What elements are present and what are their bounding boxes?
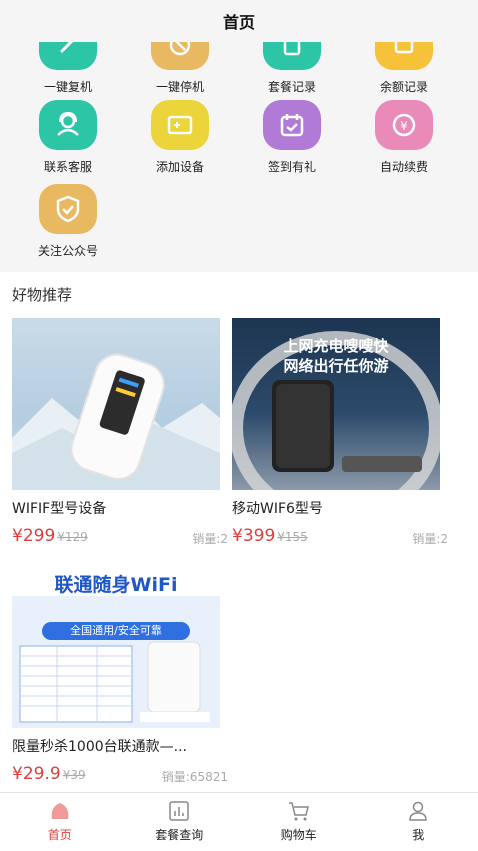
product-price: 299 [23,526,55,546]
customer-service-icon [39,100,97,150]
balance-icon [375,42,433,70]
original-price: ¥129 [57,530,88,544]
product-image[interactable]: 上网充电嗖嗖快 网络出行任你游 [232,318,440,490]
menu-item-auto-renew[interactable]: ¥ 自动续费 [349,100,459,175]
banner-line-1: 上网充电嗖嗖快 [232,336,440,356]
menu-item-label: 签到有礼 [237,158,347,175]
menu-item-label: 关注公众号 [13,242,123,259]
price-row: ¥ 29.9 ¥39 销量:65821 [12,764,220,784]
recommend-section: 好物推荐 WIFIF型号设备 ¥ 299 ¥129 销量:2 [0,272,478,792]
product-card-wifif[interactable]: WIFIF型号设备 ¥ 299 ¥129 销量:2 [12,318,220,546]
stop-icon [151,42,209,70]
menu-item-label: 余额记录 [349,78,459,95]
menu-item-add-device[interactable]: 添加设备 [125,100,235,175]
product-image[interactable]: 联通随身WiFi 全国通用/安全可靠 [12,556,220,728]
original-price: ¥39 [63,768,86,782]
page-title: 首页 [223,9,255,33]
menu-item-check-in[interactable]: 签到有礼 [237,100,347,175]
page-header: 首页 [0,0,478,42]
home-icon [48,799,72,823]
user-icon [406,799,430,823]
cart-icon [287,799,311,823]
calendar-icon [263,100,321,150]
product-name[interactable]: WIFIF型号设备 [12,498,224,518]
price-row: ¥ 399 ¥155 销量:2 [232,526,440,546]
sales-count: 销量:2 [412,530,448,547]
product-name[interactable]: 移动WIF6型号 [232,498,444,518]
menu-item-customer-service[interactable]: 联系客服 [13,100,123,175]
menu-item-label: 联系客服 [13,158,123,175]
menu-item-label: 一键复机 [13,78,123,95]
tab-label: 套餐查询 [120,826,240,843]
svg-text:¥: ¥ [400,119,408,133]
tab-cart[interactable]: 购物车 [239,793,359,851]
auto-renew-icon: ¥ [375,100,433,150]
sales-count: 销量:65821 [162,768,228,785]
original-price: ¥155 [277,530,308,544]
product-card-unicom[interactable]: 联通随身WiFi 全国通用/安全可靠 限量秒杀1000台联通款—... ¥ 29… [12,556,220,784]
add-device-icon [151,100,209,150]
menu-item-label: 一键停机 [125,78,235,95]
product-price: 29.9 [23,764,61,784]
currency-symbol: ¥ [232,526,243,546]
menu-item-stop[interactable]: 一键停机 [125,42,235,95]
record-icon [263,42,321,70]
quick-menu-grid: 一键复机 一键停机 套餐记录 余额记录 联系客服 添加设备 签到有礼 [0,42,478,272]
menu-item-plan-records[interactable]: 套餐记录 [237,42,347,95]
tab-label: 首页 [0,826,120,843]
sales-count: 销量:2 [192,530,228,547]
menu-item-balance-records[interactable]: 余额记录 [349,42,459,95]
menu-item-restart[interactable]: 一键复机 [13,42,123,95]
menu-item-label: 添加设备 [125,158,235,175]
tab-plan-query[interactable]: 套餐查询 [120,793,240,851]
tab-label: 购物车 [239,826,359,843]
menu-item-follow-account[interactable]: 关注公众号 [13,184,123,259]
product-image[interactable] [12,318,220,490]
tab-home[interactable]: 首页 [0,793,120,851]
badge-icon [39,184,97,234]
chart-icon [167,799,191,823]
tab-me[interactable]: 我 [359,793,478,851]
tab-label: 我 [359,826,478,843]
product-card-wif6[interactable]: 上网充电嗖嗖快 网络出行任你游 移动WIF6型号 ¥ 399 ¥155 销量:2 [232,318,440,546]
currency-symbol: ¥ [12,764,23,784]
product-price: 399 [243,526,275,546]
menu-item-label: 自动续费 [349,158,459,175]
bottom-tab-bar: 首页 套餐查询 购物车 我 [0,792,478,851]
section-title: 好物推荐 [12,284,72,305]
product-name[interactable]: 限量秒杀1000台联通款—... [12,736,224,756]
banner-line-2: 网络出行任你游 [232,356,440,376]
price-row: ¥ 299 ¥129 销量:2 [12,526,220,546]
restart-icon [39,42,97,70]
currency-symbol: ¥ [12,526,23,546]
menu-item-label: 套餐记录 [237,78,347,95]
